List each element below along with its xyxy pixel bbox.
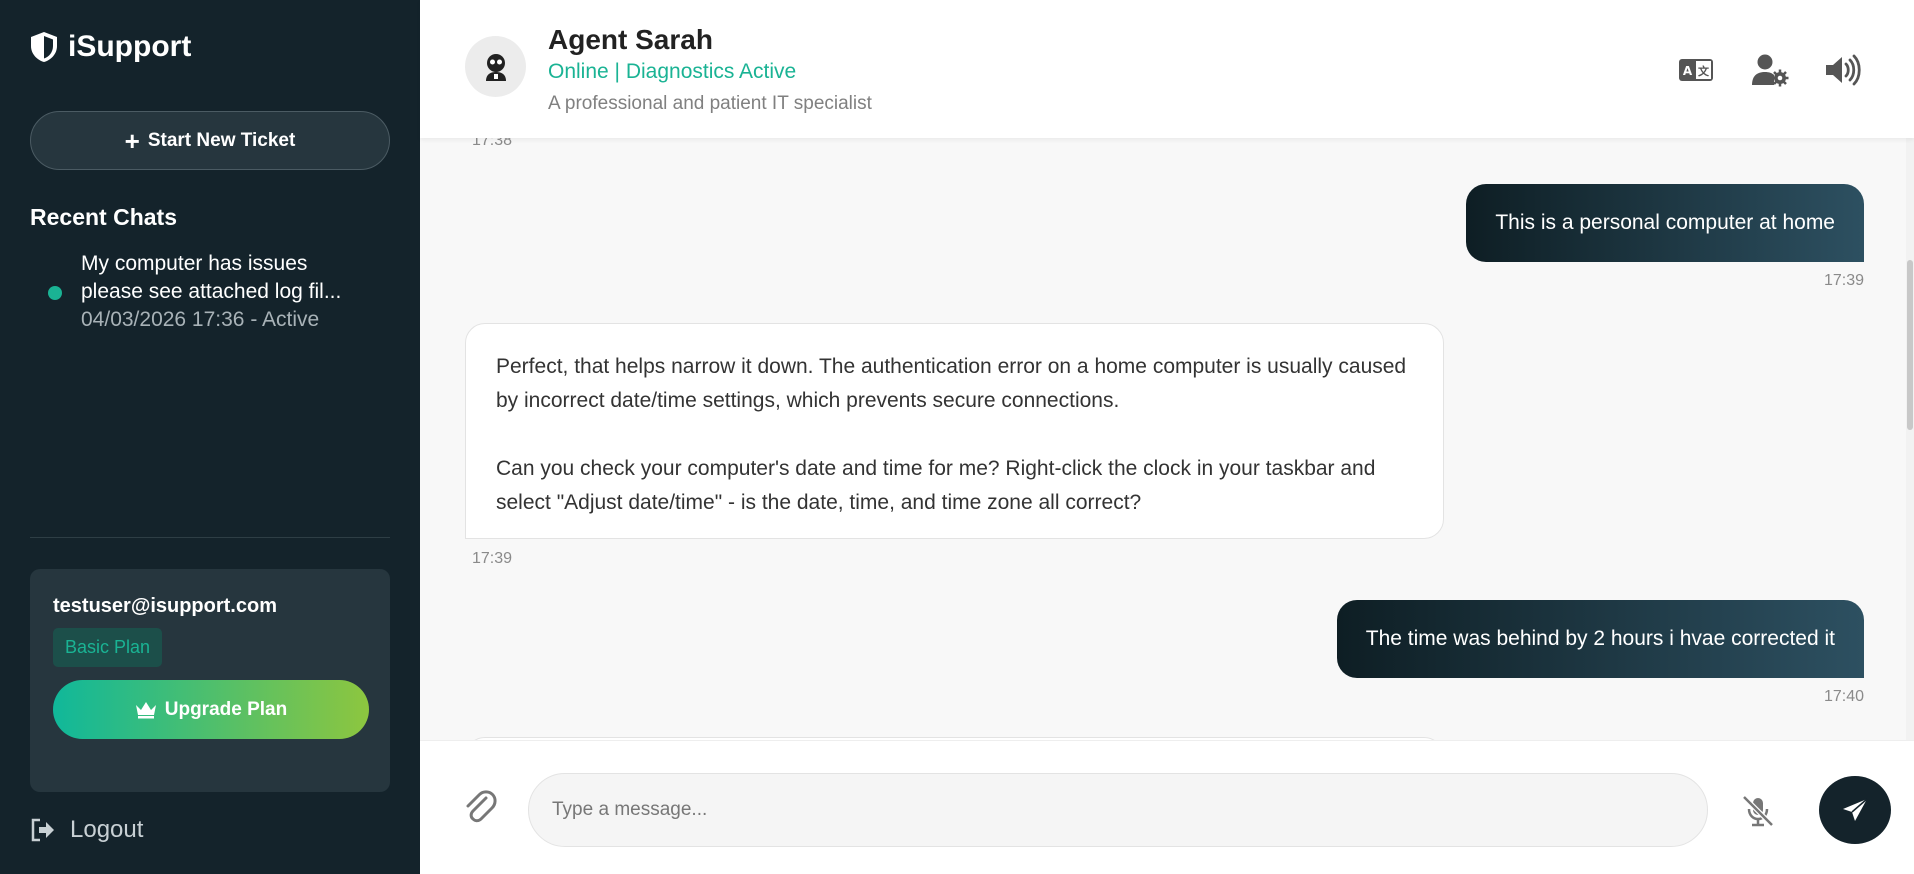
volume-button[interactable] — [1823, 50, 1863, 90]
volume-icon — [1826, 54, 1861, 86]
message-timestamp: 17:38 — [472, 138, 513, 149]
logout-icon — [31, 818, 54, 842]
chat-messages[interactable]: 17:38 This is a personal computer at hom… — [420, 138, 1914, 740]
agent-message-paragraph: Can you check your computer's date and t… — [496, 457, 1376, 514]
upgrade-plan-label: Upgrade Plan — [164, 698, 288, 720]
translate-icon: A 文 — [1679, 59, 1713, 81]
chat-title-line2: please see attached log fil... — [81, 280, 342, 303]
chat-meta: 04/03/2026 17:36 - Active — [81, 308, 320, 331]
user-settings-button[interactable] — [1750, 50, 1790, 90]
brand-logo: iSupport — [30, 30, 191, 64]
svg-text:文: 文 — [1698, 64, 1710, 78]
message-input[interactable] — [528, 773, 1708, 847]
logout-label: Logout — [70, 816, 144, 843]
chat-scrollbar[interactable] — [1906, 138, 1914, 740]
crown-icon — [135, 701, 156, 718]
send-icon — [1843, 798, 1868, 821]
mic-off-icon[interactable] — [1740, 793, 1776, 829]
agent-message-paragraph: Perfect, that helps narrow it down. The … — [496, 355, 1407, 412]
agent-status: Online | Diagnostics Active — [548, 60, 797, 83]
upgrade-plan-button[interactable]: Upgrade Plan — [53, 680, 369, 739]
translate-button[interactable]: A 文 — [1676, 50, 1716, 90]
user-email: testuser@isupport.com — [53, 595, 277, 617]
shield-icon — [31, 32, 57, 62]
sidebar: iSupport + Start New Ticket Recent Chats… — [0, 0, 420, 874]
active-status-dot — [48, 286, 62, 300]
plan-badge: Basic Plan — [53, 628, 163, 667]
user-message-text: The time was behind by 2 hours i hvae co… — [1365, 627, 1835, 650]
send-button[interactable] — [1819, 776, 1891, 844]
chat-title-line1: My computer has issues — [81, 252, 308, 275]
logout-button[interactable]: Logout — [30, 816, 143, 844]
scrollbar-thumb[interactable] — [1907, 260, 1913, 430]
user-card: testuser@isupport.com Basic Plan Upgrade… — [30, 569, 390, 792]
sidebar-divider — [30, 537, 390, 538]
agent-message-bubble: Perfect, that helps narrow it down. The … — [465, 323, 1444, 539]
start-new-ticket-label: Start New Ticket — [147, 129, 296, 151]
recent-chats-heading: Recent Chats — [30, 204, 177, 230]
start-new-ticket-button[interactable]: + Start New Ticket — [30, 111, 390, 170]
agent-description: A professional and patient IT specialist — [548, 93, 872, 114]
message-timestamp: 17:39 — [472, 550, 513, 567]
message-timestamp: 17:40 — [1823, 688, 1864, 705]
user-settings-icon — [1752, 54, 1789, 87]
svg-text:A: A — [1683, 64, 1693, 78]
plus-icon: + — [124, 125, 140, 156]
user-message-bubble: This is a personal computer at home — [1466, 184, 1864, 262]
brand-name: iSupport — [68, 30, 192, 63]
user-message-text: This is a personal computer at home — [1495, 211, 1835, 234]
paperclip-icon[interactable] — [462, 789, 498, 825]
message-composer — [420, 740, 1914, 874]
chat-header: Agent Sarah Online | Diagnostics Active … — [420, 0, 1914, 138]
robot-agent-icon — [485, 53, 506, 81]
message-timestamp: 17:39 — [1823, 272, 1864, 289]
user-message-bubble: The time was behind by 2 hours i hvae co… — [1336, 600, 1864, 678]
agent-avatar — [465, 36, 526, 97]
agent-name: Agent Sarah — [548, 24, 713, 55]
